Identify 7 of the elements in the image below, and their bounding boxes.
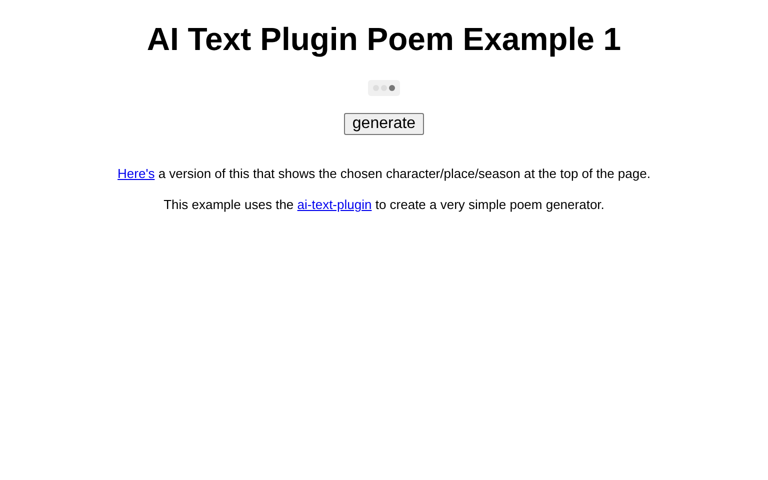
note-text: Here's a version of this that shows the chosen character/place/season at the top of the page. [118, 166, 650, 182]
link[interactable]: ai-text-plugin [297, 197, 372, 212]
loading-icon [368, 80, 400, 96]
page-title: AI Text Plugin Poem Example 1 [146, 20, 622, 58]
generate-button[interactable]: generate [344, 113, 424, 135]
link[interactable]: Here's [118, 166, 155, 181]
note-text: This example uses the ai-text-plugin to create a very simple poem generator. [164, 197, 604, 213]
